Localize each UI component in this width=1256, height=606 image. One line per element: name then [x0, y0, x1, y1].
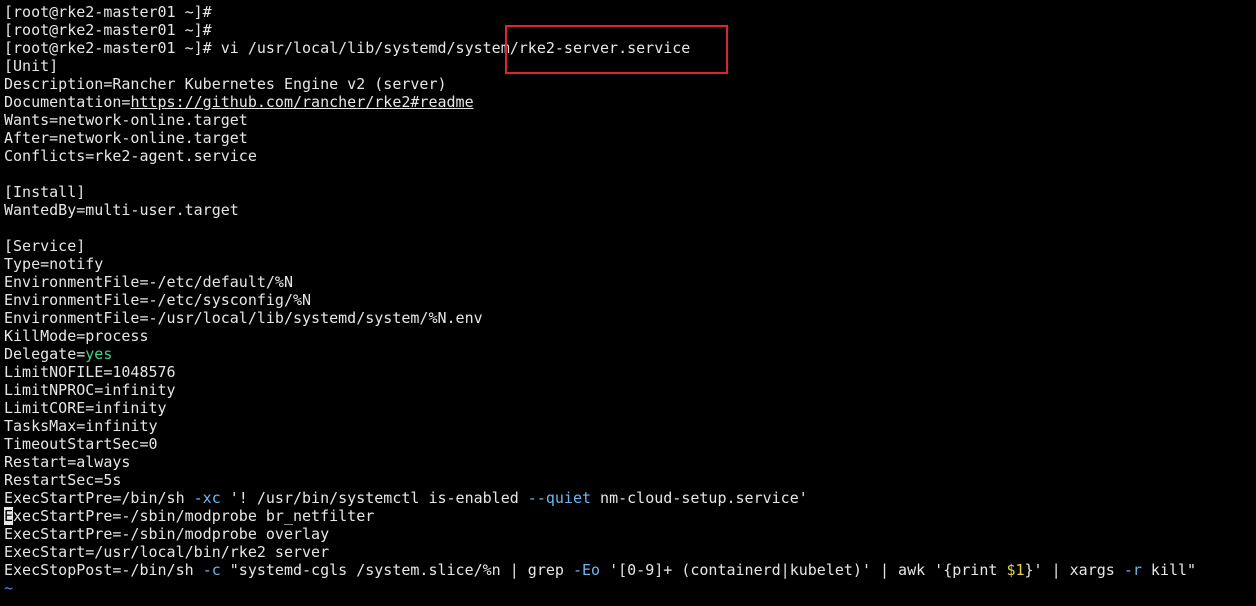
post-part-e: kill"	[1141, 561, 1197, 579]
service-execstartpre-brnetfilter: ExecStartPre=-/sbin/modprobe br_netfilte…	[4, 507, 1256, 525]
prompt-line-1: [root@rke2-master01 ~]#	[4, 3, 212, 21]
service-killmode: KillMode=process	[4, 327, 149, 345]
terminal-window[interactable]: [root@rke2-master01 ~]# [root@rke2-maste…	[0, 0, 1256, 606]
service-type: Type=notify	[4, 255, 104, 273]
service-restartsec: RestartSec=5s	[4, 471, 122, 489]
text-cursor[interactable]: E	[4, 507, 14, 525]
documentation-key: Documentation=	[4, 93, 131, 111]
service-execstoppost: ExecStopPost=-/bin/sh -c "systemd-cgls /…	[4, 561, 1256, 579]
delegate-value: yes	[85, 345, 113, 363]
service-limitnproc: LimitNPROC=infinity	[4, 381, 176, 399]
install-wantedby: WantedBy=multi-user.target	[4, 201, 239, 219]
prompt-line-2: [root@rke2-master01 ~]#	[4, 21, 212, 39]
pre1-part-a: ExecStartPre=/bin/sh	[4, 489, 194, 507]
service-timeout: TimeoutStartSec=0	[4, 435, 158, 453]
service-section-header: [Service]	[4, 237, 86, 255]
post-part-c: '[0-9]+ (containerd|kubelet)' | awk '{pr…	[600, 561, 1007, 579]
post-option-eo: -Eo	[572, 561, 601, 579]
service-limitnofile: LimitNOFILE=1048576	[4, 363, 176, 381]
service-limitcore: LimitCORE=infinity	[4, 399, 167, 417]
service-execstartpre-overlay: ExecStartPre=-/sbin/modprobe overlay	[4, 525, 330, 543]
post-part-d: }' | xargs	[1024, 561, 1124, 579]
service-tasksmax: TasksMax=infinity	[4, 417, 158, 435]
post-part-b: "systemd-cgls /system.slice/%n | grep	[220, 561, 573, 579]
service-env-file: EnvironmentFile=-/usr/local/lib/systemd/…	[4, 309, 483, 327]
unit-section-header: [Unit]	[4, 57, 59, 75]
service-execstart: ExecStart=/usr/local/bin/rke2 server	[4, 543, 330, 561]
service-restart: Restart=always	[4, 453, 131, 471]
pre1-option-quiet: --quiet	[527, 489, 592, 507]
post-option-r: -r	[1123, 561, 1142, 579]
service-execstartpre-check: ExecStartPre=/bin/sh -xc '! /usr/bin/sys…	[4, 489, 1256, 507]
post-option-c: -c	[202, 561, 221, 579]
prompt-line-vi-command: [root@rke2-master01 ~]# vi /usr/local/li…	[4, 39, 691, 57]
unit-conflicts: Conflicts=rke2-agent.service	[4, 147, 257, 165]
post-part-a: ExecStopPost=-/bin/sh	[4, 561, 203, 579]
service-delegate: Delegate=yes	[4, 345, 1256, 363]
unit-wants: Wants=network-online.target	[4, 111, 248, 129]
pre1-option-xc: -xc	[193, 489, 221, 507]
install-section-header: [Install]	[4, 183, 86, 201]
pre1-part-c: nm-cloud-setup.service'	[591, 489, 808, 507]
vi-empty-line-tilde: ~	[4, 579, 14, 597]
post-variable: $1	[1006, 561, 1025, 579]
delegate-key: Delegate=	[4, 345, 86, 363]
pre2-rest: xecStartPre=-/sbin/modprobe br_netfilter	[13, 507, 375, 525]
service-env-default: EnvironmentFile=-/etc/default/%N	[4, 273, 293, 291]
documentation-link[interactable]: https://github.com/rancher/rke2#readme	[130, 93, 473, 111]
unit-description: Description=Rancher Kubernetes Engine v2…	[4, 75, 447, 93]
unit-documentation: Documentation=https://github.com/rancher…	[4, 93, 1256, 111]
service-env-sysconfig: EnvironmentFile=-/etc/sysconfig/%N	[4, 291, 312, 309]
unit-after: After=network-online.target	[4, 129, 248, 147]
pre1-part-b: '! /usr/bin/systemctl is-enabled	[220, 489, 528, 507]
